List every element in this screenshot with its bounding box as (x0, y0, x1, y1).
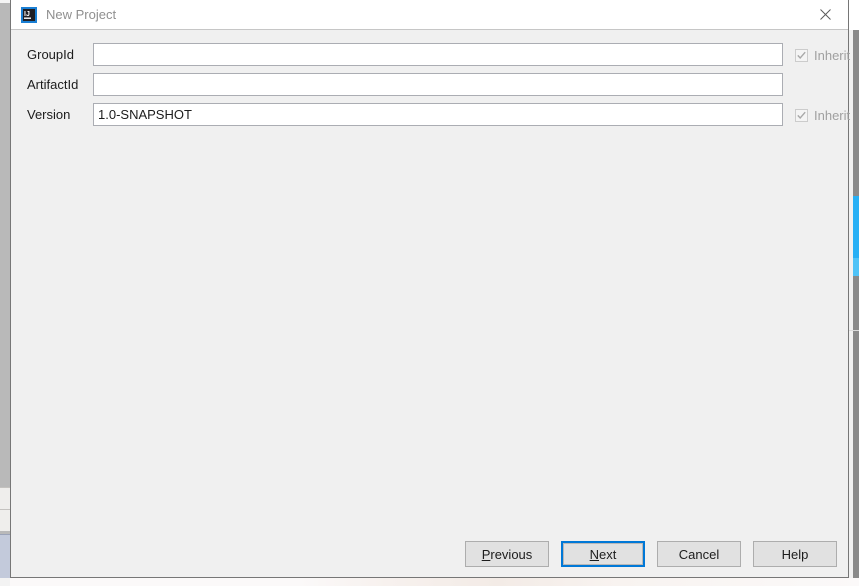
dialog-titlebar: IJ New Project (11, 0, 848, 30)
background-left-top-edge (0, 0, 10, 3)
form-row-artifactid: ArtifactId (11, 70, 848, 100)
help-button-label: Help (781, 546, 809, 562)
next-button[interactable]: Next (561, 541, 645, 567)
previous-button-label-rest: revious (490, 546, 533, 562)
background-right-divider (849, 330, 859, 331)
version-inherit-label: Inherit (814, 107, 851, 123)
background-right-top-edge (849, 0, 859, 30)
previous-button-mnemonic: P (481, 546, 491, 562)
groupid-input[interactable] (93, 43, 783, 66)
cancel-button-label: Cancel (678, 546, 720, 562)
background-bottom-strip (0, 578, 859, 586)
groupid-inherit-checkbox[interactable] (795, 48, 808, 62)
background-left-panel-row-2 (0, 509, 10, 531)
dialog-button-bar: Previous Next Cancel Help (11, 541, 848, 567)
project-coordinates-form: GroupId Inherit ArtifactId Version 1.0-S… (11, 30, 850, 130)
background-scrollbar-thumb-secondary[interactable] (853, 258, 859, 276)
intellij-idea-icon: IJ (21, 7, 37, 23)
groupid-inherit-label: Inherit (814, 47, 851, 63)
artifactid-input[interactable] (93, 73, 783, 96)
form-row-version: Version Inherit (11, 100, 850, 130)
help-button[interactable]: Help (753, 541, 837, 567)
artifactid-label: ArtifactId (27, 77, 79, 92)
screen: IJ New Project GroupId Inherit ArtifactI… (0, 0, 859, 586)
next-button-mnemonic: N (589, 546, 600, 562)
close-icon[interactable] (802, 0, 848, 29)
background-bottom-left-corner (0, 578, 10, 586)
background-scrollbar-thumb[interactable] (853, 196, 859, 258)
next-button-label-rest: ext (599, 546, 617, 562)
svg-text:IJ: IJ (24, 11, 30, 18)
dialog-title: New Project (46, 7, 117, 22)
background-left-panel-row-1 (0, 487, 10, 509)
version-input[interactable] (93, 103, 783, 126)
groupid-label: GroupId (27, 47, 74, 62)
version-inherit-checkbox[interactable] (795, 108, 808, 122)
previous-button[interactable]: Previous (465, 541, 549, 567)
background-left-panel-selected-row (0, 534, 10, 578)
version-label: Version (27, 107, 71, 122)
cancel-button[interactable]: Cancel (657, 541, 741, 567)
new-project-dialog: IJ New Project GroupId Inherit ArtifactI… (10, 0, 850, 578)
groupid-inherit-group[interactable]: Inherit (795, 40, 850, 70)
form-row-groupid: GroupId Inherit (11, 40, 850, 70)
version-inherit-group[interactable]: Inherit (795, 100, 850, 130)
